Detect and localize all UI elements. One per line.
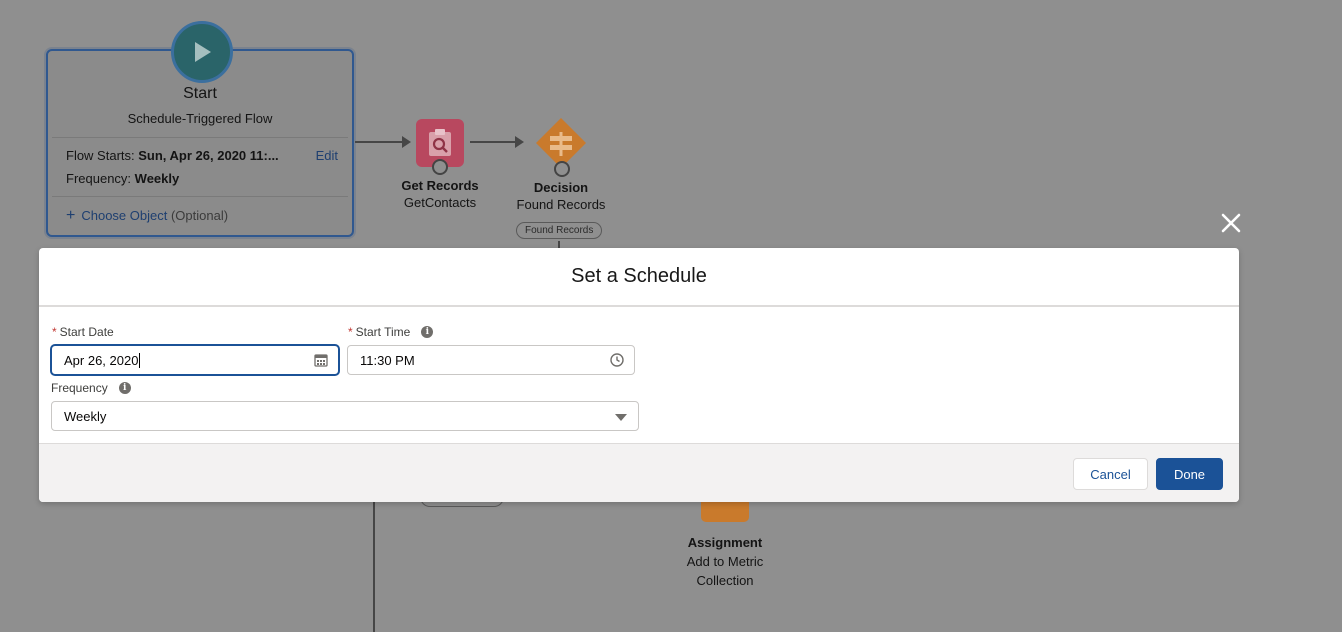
assignment-name-line1: Add to Metric: [686, 554, 764, 569]
start-date-label-text: Start Date: [59, 325, 114, 339]
flow-starts-row: Flow Starts: Sun, Apr 26, 2020 11:...: [66, 148, 279, 163]
node-connector-handle[interactable]: [554, 161, 570, 177]
start-date-label: * Start Date: [52, 325, 114, 339]
choose-object-label: Choose Object: [81, 208, 168, 223]
required-asterisk: *: [348, 325, 353, 339]
get-records-label: Get Records GetContacts: [390, 178, 490, 213]
plus-icon: +: [66, 207, 76, 224]
start-node-subtitle: Schedule-Triggered Flow: [127, 111, 273, 126]
decision-outcome-pill[interactable]: Found Records: [516, 222, 603, 239]
chevron-down-icon: [615, 414, 627, 421]
flow-starts-value: Sun, Apr 26, 2020 11:...: [138, 148, 279, 163]
start-date-value: Apr 26, 2020: [64, 352, 139, 368]
info-icon[interactable]: i: [421, 326, 434, 338]
node-connector-handle[interactable]: [432, 159, 448, 175]
divider: [52, 137, 348, 138]
get-records-icon: [429, 129, 451, 156]
frequency-select-value: Weekly: [64, 408, 107, 424]
decision-name: Found Records: [516, 197, 606, 212]
modal-body: * Start Date Apr 26, 2020 * Start Time i 1…: [39, 307, 1239, 444]
done-button[interactable]: Done: [1156, 458, 1223, 490]
frequency-label-text: Frequency: [51, 381, 108, 395]
calendar-icon[interactable]: [314, 353, 328, 367]
frequency-value: Weekly: [134, 171, 180, 186]
arrow-head-icon: [402, 136, 411, 148]
close-icon[interactable]: [1218, 212, 1244, 238]
modal-footer: Cancel Done: [39, 443, 1239, 502]
start-node-card[interactable]: Start Schedule-Triggered Flow Flow Start…: [46, 21, 354, 237]
required-asterisk: *: [52, 325, 57, 339]
start-play-icon: [171, 21, 233, 83]
decision-type: Decision: [533, 180, 589, 195]
flow-starts-label: Flow Starts:: [66, 148, 135, 163]
cancel-button[interactable]: Cancel: [1073, 458, 1148, 490]
modal-title: Set a Schedule: [39, 248, 1239, 307]
set-schedule-modal: Set a Schedule * Start Date Apr 26, 2020 …: [39, 248, 1239, 502]
edit-schedule-link[interactable]: Edit: [316, 148, 338, 163]
divider: [52, 196, 348, 197]
get-records-name: GetContacts: [403, 195, 477, 210]
assignment-label: Assignment Add to Metric Collection: [660, 533, 790, 590]
frequency-label: Frequency:: [66, 171, 132, 186]
start-time-label: * Start Time i: [348, 325, 434, 339]
choose-object-optional: (Optional): [170, 208, 229, 223]
frequency-field-label: Frequency i: [51, 381, 131, 395]
assignment-type: Assignment: [687, 535, 763, 550]
connector-line: [373, 502, 375, 632]
info-icon[interactable]: i: [118, 382, 131, 394]
connector-line: [355, 141, 403, 143]
assignment-node[interactable]: [701, 502, 749, 522]
arrow-head-icon: [515, 136, 524, 148]
frequency-row: Frequency: Weekly: [66, 171, 179, 186]
start-time-value: 11:30 PM: [360, 352, 415, 368]
start-time-label-text: Start Time: [355, 325, 411, 339]
text-cursor: [139, 352, 141, 368]
get-records-type: Get Records: [401, 178, 479, 193]
start-node-title: Start: [183, 85, 217, 102]
choose-object-link[interactable]: + Choose Object (Optional): [66, 207, 228, 225]
connector-line: [470, 141, 516, 143]
start-date-input[interactable]: Apr 26, 2020: [51, 345, 339, 375]
start-time-input[interactable]: 11:30 PM: [347, 345, 635, 375]
decision-label: Decision Found Records: [506, 180, 616, 215]
assignment-name-line2: Collection: [696, 573, 754, 588]
clock-icon[interactable]: [610, 353, 624, 367]
frequency-select[interactable]: Weekly: [51, 401, 639, 431]
